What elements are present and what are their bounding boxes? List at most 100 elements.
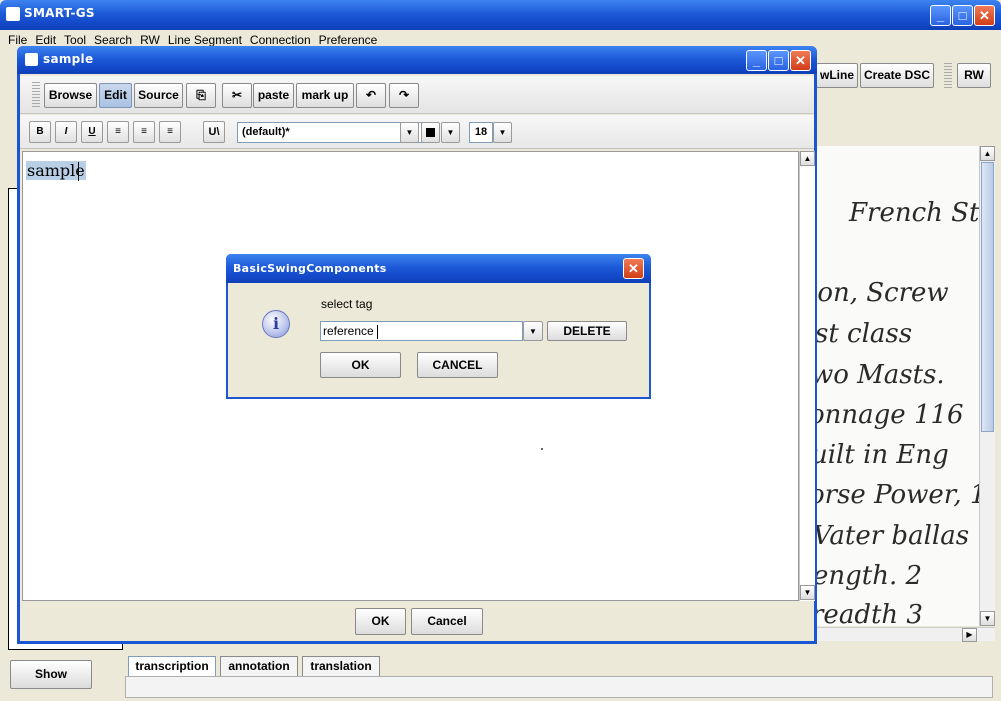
bold-button[interactable]: B [29, 121, 51, 143]
manuscript-line-1: French Ste [849, 198, 979, 228]
align-center-icon: ≡ [141, 126, 147, 137]
scroll-thumb[interactable] [981, 162, 994, 432]
style-select[interactable]: (default)* [237, 122, 422, 143]
markup-button[interactable]: mark up [296, 83, 354, 108]
java-icon [6, 7, 20, 21]
editor-scroll-up[interactable]: ▲ [800, 151, 815, 166]
java-icon [25, 53, 38, 66]
sample-maximize-button[interactable]: □ [768, 50, 789, 71]
underline-button[interactable]: U [81, 121, 103, 143]
bottom-format-bar [125, 676, 993, 698]
color-swatch-button[interactable] [421, 122, 440, 143]
close-icon: ✕ [795, 53, 806, 68]
copy-button[interactable]: ⎘ [186, 83, 216, 108]
manuscript-line-10: readth 3 [815, 600, 923, 626]
tab-translation[interactable]: translation [302, 656, 380, 676]
align-right-icon: ≡ [167, 126, 173, 137]
stray-dot [541, 448, 543, 450]
manuscript-image: French Ste ion, Screw st class wo Masts.… [815, 146, 979, 626]
italic-button[interactable]: I [55, 121, 77, 143]
dialog-titlebar: BasicSwingComponents ✕ [226, 254, 651, 283]
sample-cancel-button[interactable]: Cancel [411, 608, 483, 635]
info-icon: i [262, 310, 290, 338]
editor-scrollbar[interactable]: ▲ ▼ [799, 151, 815, 601]
tab-annotation[interactable]: annotation [220, 656, 298, 676]
minimize-icon: _ [936, 8, 945, 23]
manuscript-hscroll[interactable]: ▶ [815, 627, 995, 642]
font-size-value: 18 [474, 126, 488, 138]
format-bar: B I U ≡ ≡ ≡ U\ (default)* ▼ ▼ 18 ▼ [20, 115, 814, 149]
dialog-cancel-button[interactable]: CANCEL [417, 352, 498, 378]
close-icon: ✕ [628, 261, 639, 276]
manuscript-line-2: ion, Screw [815, 278, 949, 308]
sample-toolbar: Browse Edit Source ⎘ ✂ paste mark up ↶ ↷ [20, 76, 814, 114]
text-cursor [377, 324, 379, 339]
align-left-button[interactable]: ≡ [107, 121, 129, 143]
main-titlebar: SMART-GS _ □ ✕ [0, 0, 1001, 30]
scroll-down-arrow[interactable]: ▼ [980, 611, 995, 626]
tag-combobox-value: reference [323, 324, 374, 338]
align-right-button[interactable]: ≡ [159, 121, 181, 143]
main-window-title: SMART-GS [24, 6, 95, 20]
text-cursor [78, 162, 79, 181]
copy-icon: ⎘ [196, 88, 206, 102]
rw-button[interactable]: RW [957, 63, 991, 88]
cut-button[interactable]: ✂ [222, 83, 252, 108]
unicode-button[interactable]: U\ [203, 121, 225, 143]
align-left-icon: ≡ [115, 126, 121, 137]
color-dropdown-arrow[interactable]: ▼ [441, 122, 460, 143]
close-icon: ✕ [979, 8, 990, 23]
toolbar-grip[interactable] [32, 82, 40, 108]
redo-button[interactable]: ↷ [389, 83, 419, 108]
style-dropdown-arrow[interactable]: ▼ [400, 122, 419, 143]
manuscript-line-4: wo Masts. [815, 360, 945, 390]
manuscript-line-9: ength. 2 [815, 561, 923, 591]
manuscript-line-6: uilt in Eng [815, 440, 949, 470]
close-button[interactable]: ✕ [974, 5, 995, 26]
delete-button[interactable]: DELETE [547, 321, 627, 341]
undo-button[interactable]: ↶ [356, 83, 386, 108]
manuscript-line-7: orse Power, 1 [815, 480, 979, 510]
maximize-icon: □ [958, 8, 967, 23]
browse-button[interactable]: Browse [44, 83, 97, 108]
sample-ok-button[interactable]: OK [355, 608, 406, 635]
scissors-icon: ✂ [231, 88, 243, 102]
redo-icon: ↷ [398, 88, 410, 102]
manuscript-line-8: Vater ballas [815, 521, 970, 551]
create-dsc-button[interactable]: Create DSC [860, 63, 934, 88]
tag-dropdown-arrow[interactable]: ▼ [523, 321, 543, 341]
select-tag-label: select tag [321, 297, 373, 311]
editor-scroll-down[interactable]: ▼ [800, 585, 815, 600]
scroll-up-arrow[interactable]: ▲ [980, 146, 995, 161]
sample-close-button[interactable]: ✕ [790, 50, 811, 71]
style-select-value: (default)* [242, 126, 290, 138]
sample-titlebar: sample _ □ ✕ [17, 46, 817, 74]
dialog-title: BasicSwingComponents [233, 262, 387, 275]
manuscript-line-5: onnage 116 [815, 400, 964, 430]
tag-combobox[interactable]: reference [320, 321, 523, 341]
draw-line-button[interactable]: wLine [816, 63, 858, 88]
editor-selected-text[interactable]: sample [26, 161, 86, 180]
show-button[interactable]: Show [10, 660, 92, 689]
maximize-button[interactable]: □ [952, 5, 973, 26]
font-size-dropdown-arrow[interactable]: ▼ [493, 122, 512, 143]
source-button[interactable]: Source [134, 83, 183, 108]
paste-button[interactable]: paste [253, 83, 294, 108]
font-size-select[interactable]: 18 [469, 122, 493, 143]
edit-button[interactable]: Edit [99, 83, 132, 108]
color-swatch-icon [426, 127, 435, 137]
sample-minimize-button[interactable]: _ [746, 50, 767, 71]
manuscript-line-3: st class [815, 319, 913, 349]
tab-transcription[interactable]: transcription [128, 656, 216, 676]
manuscript-scrollbar[interactable]: ▲ ▼ [979, 146, 995, 626]
minimize-icon: _ [752, 53, 761, 68]
dialog-close-button[interactable]: ✕ [623, 258, 644, 279]
maximize-icon: □ [774, 53, 783, 68]
undo-icon: ↶ [365, 88, 377, 102]
minimize-button[interactable]: _ [930, 5, 951, 26]
align-center-button[interactable]: ≡ [133, 121, 155, 143]
dialog-ok-button[interactable]: OK [320, 352, 401, 378]
scroll-right-arrow[interactable]: ▶ [962, 628, 977, 642]
sample-window-title: sample [43, 52, 94, 66]
toolbar-grip[interactable] [944, 63, 952, 88]
